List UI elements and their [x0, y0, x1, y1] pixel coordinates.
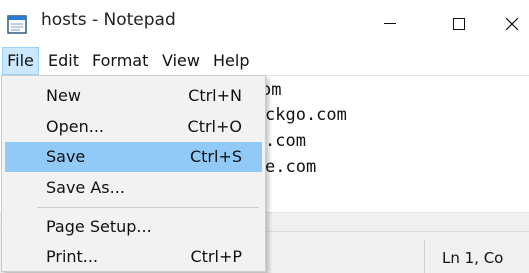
notepad-icon: [7, 15, 27, 34]
editor-line: e.com: [265, 157, 317, 177]
menu-bar: File Edit Format View Help: [0, 47, 529, 76]
menu-file[interactable]: File: [2, 47, 39, 75]
menu-item-print[interactable]: Print... Ctrl+P: [5, 242, 262, 272]
cursor-position: Ln 1, Co: [442, 249, 504, 267]
editor-line: ckgo.com: [265, 105, 347, 125]
minimize-icon: [384, 23, 396, 24]
close-button[interactable]: [494, 0, 529, 47]
menu-item-label: Print...: [46, 247, 99, 266]
status-divider: [424, 240, 425, 273]
maximize-icon: [453, 17, 465, 30]
editor-line: .com: [265, 131, 306, 151]
menu-item-new[interactable]: New Ctrl+N: [5, 81, 262, 111]
menu-edit[interactable]: Edit: [48, 47, 79, 75]
maximize-button[interactable]: [424, 0, 494, 47]
menu-item-open[interactable]: Open... Ctrl+O: [5, 112, 262, 142]
file-menu-dropdown: New Ctrl+N Open... Ctrl+O Save Ctrl+S Sa…: [1, 75, 266, 272]
menu-item-label: Page Setup...: [46, 217, 152, 236]
menu-item-save[interactable]: Save Ctrl+S: [5, 142, 262, 172]
menu-item-shortcut: Ctrl+N: [188, 86, 242, 105]
window-title: hosts - Notepad: [41, 10, 176, 30]
menu-help[interactable]: Help: [213, 47, 249, 75]
menu-item-label: Save: [46, 147, 86, 166]
menu-view[interactable]: View: [162, 47, 200, 75]
title-bar: hosts - Notepad: [0, 0, 529, 48]
menu-item-shortcut: Ctrl+S: [189, 147, 242, 166]
menu-item-page-setup[interactable]: Page Setup...: [5, 212, 262, 242]
menu-item-save-as[interactable]: Save As...: [5, 173, 262, 203]
close-icon: [505, 17, 518, 30]
menu-separator: [37, 207, 259, 208]
menu-item-label: Open...: [46, 117, 104, 136]
menu-format[interactable]: Format: [92, 47, 148, 75]
minimize-button[interactable]: [355, 0, 425, 47]
menu-item-label: New: [46, 86, 81, 105]
menu-item-label: Save As...: [46, 178, 125, 197]
menu-item-shortcut: Ctrl+O: [187, 117, 242, 136]
menu-item-shortcut: Ctrl+P: [190, 247, 242, 266]
